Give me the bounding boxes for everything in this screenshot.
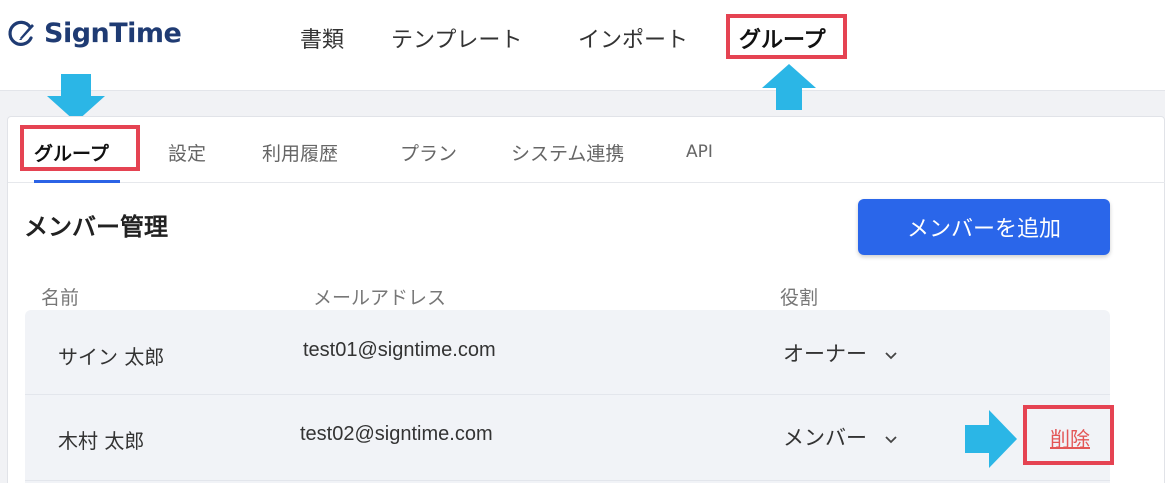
- member-name: 木村 太郎: [58, 429, 145, 453]
- nav-templates[interactable]: テンプレート: [391, 22, 522, 54]
- tab-integration[interactable]: システム連携: [511, 139, 624, 166]
- role-select[interactable]: メンバー: [783, 422, 897, 452]
- row-divider: [25, 480, 1110, 481]
- column-header-role: 役割: [780, 287, 819, 309]
- chevron-down-icon: [885, 341, 897, 365]
- table-row: 木村 太郎 test02@signtime.com メンバー 削除: [25, 395, 1110, 479]
- role-select[interactable]: オーナー: [783, 338, 897, 368]
- tab-group-highlight-box: [20, 125, 140, 171]
- role-value: メンバー: [783, 426, 867, 450]
- member-email: test01@signtime.com: [303, 339, 496, 361]
- settings-tabs: グループ 設定 利用履歴 プラン システム連携 API: [8, 117, 1165, 183]
- logo-text: SignTime: [44, 18, 182, 49]
- member-email: test02@signtime.com: [300, 423, 493, 445]
- top-header: SignTime 書類 テンプレート インポート グループ: [0, 0, 1165, 91]
- delete-highlight-box: [1023, 405, 1114, 465]
- up-arrow-icon: [762, 64, 816, 110]
- column-header-name: 名前: [41, 287, 80, 309]
- tab-settings[interactable]: 設定: [168, 139, 206, 166]
- role-value: オーナー: [783, 342, 867, 366]
- member-table: サイン 太郎 test01@signtime.com オーナー 木村 太郎 te…: [25, 310, 1110, 483]
- tab-plan[interactable]: プラン: [400, 139, 457, 166]
- nav-import[interactable]: インポート: [578, 22, 688, 54]
- right-arrow-icon: [965, 410, 1017, 468]
- add-member-button[interactable]: メンバーを追加: [858, 199, 1110, 255]
- member-name: サイン 太郎: [58, 345, 165, 369]
- chevron-down-icon: [885, 425, 897, 449]
- logo[interactable]: SignTime: [6, 18, 182, 49]
- signtime-logo-icon: [6, 19, 36, 49]
- tab-api[interactable]: API: [686, 142, 713, 162]
- column-header-email: メールアドレス: [313, 287, 447, 309]
- nav-documents[interactable]: 書類: [300, 22, 344, 54]
- section-title: メンバー管理: [24, 213, 168, 241]
- active-tab-underline: [34, 180, 120, 183]
- table-row: サイン 太郎 test01@signtime.com オーナー: [25, 310, 1110, 394]
- nav-group-highlight-box: [726, 14, 847, 59]
- page: SignTime 書類 テンプレート インポート グループ グループ 設定 利用…: [0, 0, 1165, 483]
- tab-usage-history[interactable]: 利用履歴: [262, 139, 338, 166]
